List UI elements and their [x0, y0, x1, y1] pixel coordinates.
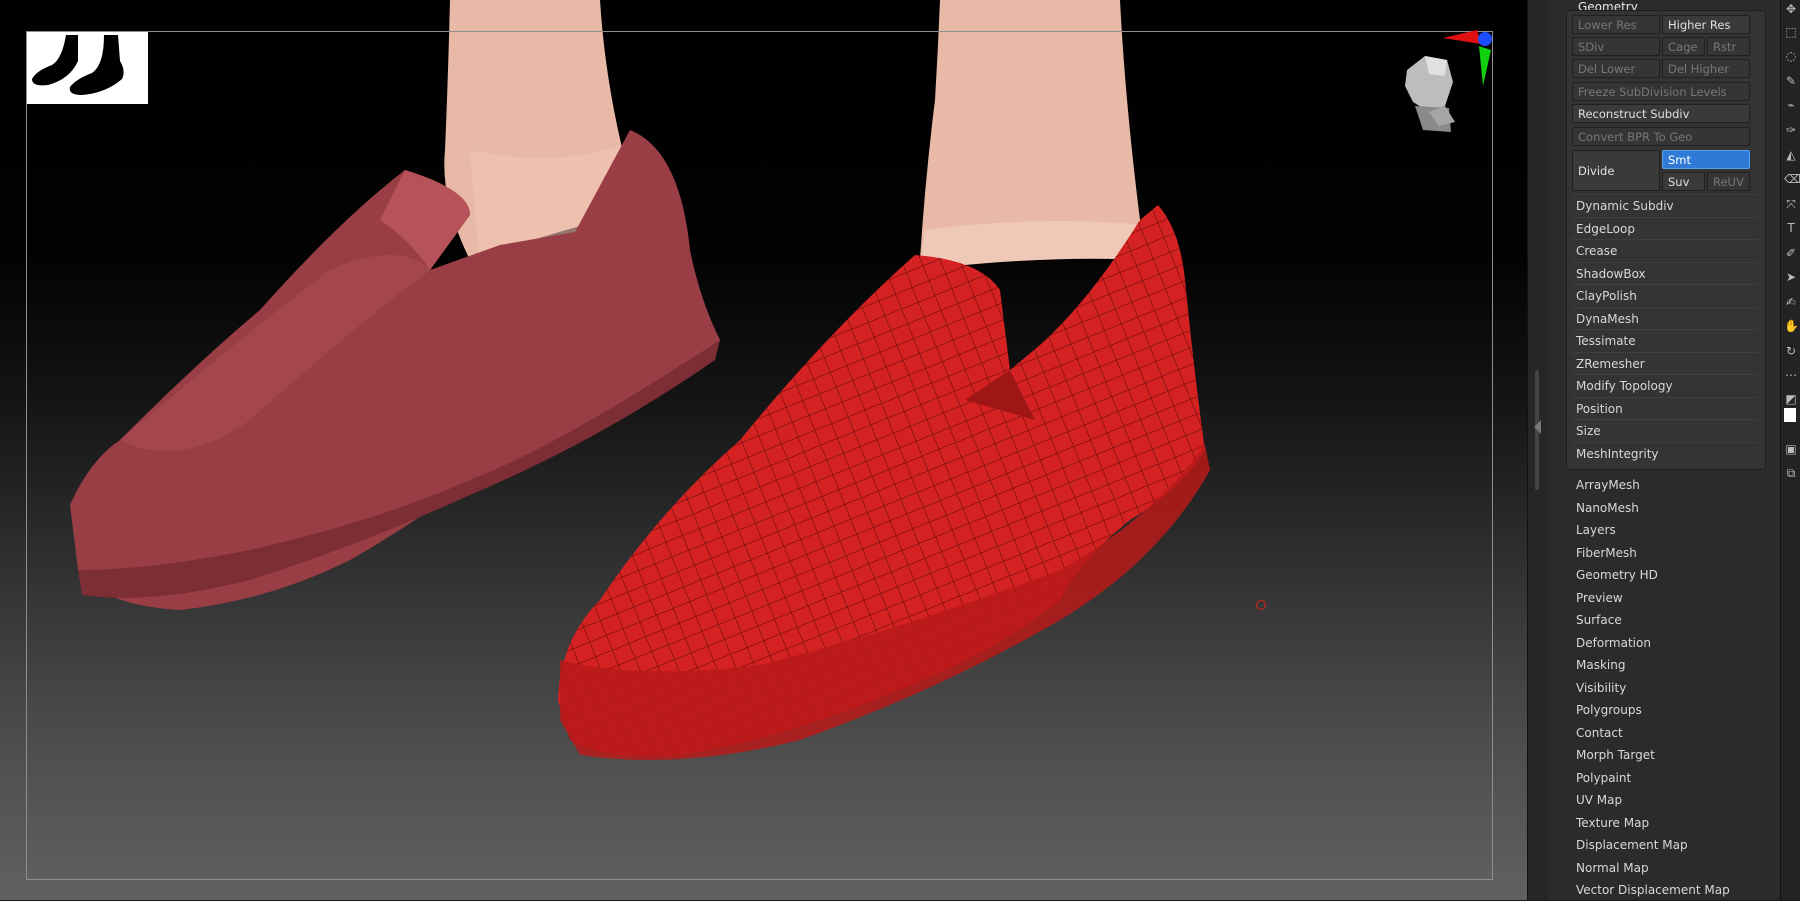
subpalette-texture-map[interactable]: Texture Map: [1576, 812, 1649, 834]
pen-icon[interactable]: ✎: [1784, 74, 1798, 88]
smt-toggle[interactable]: Smt: [1662, 150, 1750, 169]
copy-icon[interactable]: ⧉: [1784, 466, 1798, 480]
subpalette-contact[interactable]: Contact: [1576, 722, 1623, 744]
3d-viewport[interactable]: [0, 0, 1527, 900]
lower-res-button[interactable]: Lower Res: [1572, 15, 1660, 34]
subpalette-nanomesh[interactable]: NanoMesh: [1576, 497, 1639, 519]
smooth-icon[interactable]: ✑: [1784, 123, 1798, 137]
subpalette-deformation[interactable]: Deformation: [1576, 632, 1651, 654]
subpalette-arraymesh[interactable]: ArrayMesh: [1576, 474, 1640, 496]
reconstruct-subdiv-button[interactable]: Reconstruct Subdiv: [1572, 104, 1750, 123]
collapse-arrow-icon[interactable]: [1534, 420, 1541, 434]
text-icon[interactable]: T: [1784, 221, 1798, 235]
subpalette-visibility[interactable]: Visibility: [1576, 677, 1626, 699]
subpalette-geometry-hd[interactable]: Geometry HD: [1576, 564, 1658, 586]
subpalette-edgeloop[interactable]: EdgeLoop: [1572, 217, 1758, 239]
clay-icon[interactable]: ◭: [1784, 148, 1798, 162]
subpalette-position[interactable]: Position: [1572, 397, 1758, 419]
reuv-button[interactable]: ReUV: [1707, 172, 1750, 191]
tool-palette: Geometry Lower Res Higher Res SDiv Cage …: [1548, 0, 1780, 900]
scene-render: [70, 0, 1210, 760]
z-axis-icon[interactable]: [1478, 32, 1492, 46]
edit-icon[interactable]: ✍: [1784, 295, 1798, 309]
more-icon[interactable]: ⋯: [1784, 368, 1798, 382]
move-icon[interactable]: ✥: [1784, 2, 1798, 16]
transform-icon[interactable]: ⤧: [1784, 197, 1798, 211]
cage-button[interactable]: Cage: [1662, 37, 1705, 56]
subpalette-preview[interactable]: Preview: [1576, 587, 1623, 609]
x-axis-icon[interactable]: [1443, 30, 1481, 44]
subpalette-layers[interactable]: Layers: [1576, 519, 1616, 541]
subpalette-morph-target[interactable]: Morph Target: [1576, 744, 1655, 766]
eraser-icon[interactable]: ⌫: [1784, 172, 1800, 186]
subpalette-displacement-map[interactable]: Displacement Map: [1576, 834, 1688, 856]
convert-bpr-button[interactable]: Convert BPR To Geo: [1572, 127, 1750, 146]
subpalette-vector-displacement-map[interactable]: Vector Displacement Map: [1576, 879, 1730, 901]
navigation-thumbnail[interactable]: [26, 31, 148, 104]
subpalette-shadowbox[interactable]: ShadowBox: [1572, 262, 1758, 284]
subpalette-polygroups[interactable]: Polygroups: [1576, 699, 1642, 721]
head-icon: [1405, 56, 1455, 132]
geometry-subpalette: Lower Res Higher Res SDiv Cage Rstr Del …: [1566, 10, 1766, 470]
subpalette-claypolish[interactable]: ClayPolish: [1572, 284, 1758, 306]
rotate-icon[interactable]: ↻: [1784, 344, 1798, 358]
subpalette-crease[interactable]: Crease: [1572, 239, 1758, 261]
y-axis-icon[interactable]: [1479, 46, 1491, 86]
subpalette-zremesher[interactable]: ZRemesher: [1572, 352, 1758, 374]
sdiv-slider-label[interactable]: SDiv: [1572, 37, 1660, 56]
del-lower-button[interactable]: Del Lower: [1572, 59, 1660, 78]
freeze-subdivision-button[interactable]: Freeze SubDivision Levels: [1572, 82, 1750, 101]
subpalette-fibermesh[interactable]: FiberMesh: [1576, 542, 1637, 564]
subpalette-normal-map[interactable]: Normal Map: [1576, 857, 1649, 879]
paint-icon[interactable]: ✐: [1784, 246, 1798, 260]
subpalette-masking[interactable]: Masking: [1576, 654, 1625, 676]
subpalette-dynamesh[interactable]: DynaMesh: [1572, 307, 1758, 329]
subpalette-meshintegrity[interactable]: MeshIntegrity: [1572, 442, 1758, 464]
subpalette-dynamic-subdiv[interactable]: Dynamic Subdiv: [1572, 194, 1758, 216]
select-rect-icon[interactable]: ⬚: [1784, 25, 1798, 39]
higher-res-button[interactable]: Higher Res: [1662, 15, 1750, 34]
brush-icon[interactable]: ⌁: [1784, 98, 1798, 112]
subpalette-tessimate[interactable]: Tessimate: [1572, 329, 1758, 351]
subpalette-surface[interactable]: Surface: [1576, 609, 1622, 631]
right-toolbar: ✥ ⬚ ◌ ✎ ⌁ ✑ ◭ ⌫ ⤧ T ✐ ➤ ✍ ✋ ↻ ⋯ ◩ ▣ ⧉: [1780, 0, 1800, 900]
subpalette-polypaint[interactable]: Polypaint: [1576, 767, 1631, 789]
brush-cursor-icon: [1256, 600, 1266, 610]
panel-divider[interactable]: [1527, 0, 1549, 900]
subpalette-size[interactable]: Size: [1572, 419, 1758, 441]
rstr-button[interactable]: Rstr: [1707, 37, 1750, 56]
orientation-gizmo[interactable]: [1395, 26, 1495, 136]
swatch-icon[interactable]: ◩: [1784, 392, 1798, 406]
shoes-silhouette-icon: [32, 35, 124, 95]
layers-icon[interactable]: ▣: [1784, 442, 1798, 456]
lasso-icon[interactable]: ◌: [1784, 49, 1798, 63]
cursor-icon[interactable]: ➤: [1784, 270, 1798, 284]
suv-toggle[interactable]: Suv: [1662, 172, 1705, 191]
divide-button[interactable]: Divide: [1572, 150, 1660, 191]
white-color-icon[interactable]: [1784, 408, 1796, 422]
del-higher-button[interactable]: Del Higher: [1662, 59, 1750, 78]
subpalette-uv-map[interactable]: UV Map: [1576, 789, 1622, 811]
hand-icon[interactable]: ✋: [1784, 319, 1799, 333]
subpalette-modify-topology[interactable]: Modify Topology: [1572, 374, 1758, 396]
